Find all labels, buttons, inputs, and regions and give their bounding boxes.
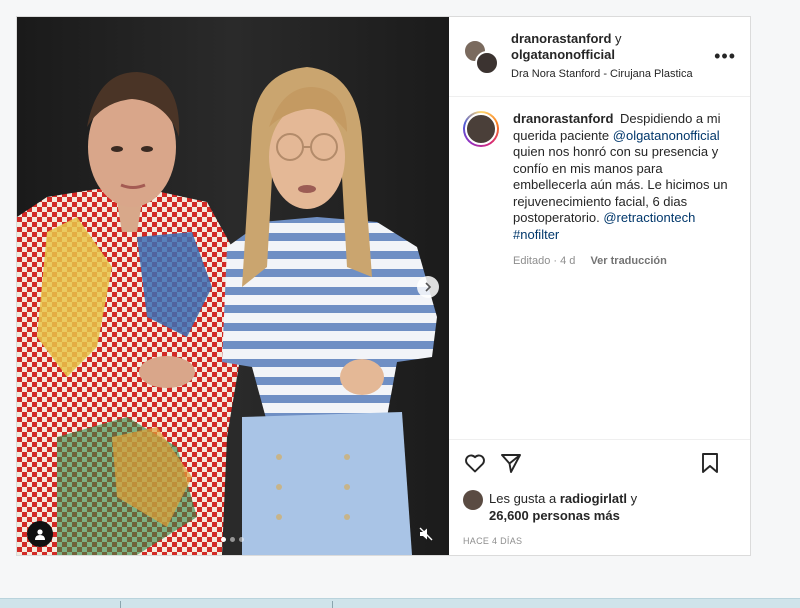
save-button[interactable]	[698, 451, 722, 475]
mute-toggle-button[interactable]	[413, 521, 439, 547]
taskbar-divider	[332, 601, 333, 608]
carousel-dot	[221, 537, 226, 542]
post-side-panel: dranorastanford y olgatanonofficial Dra …	[449, 17, 750, 555]
more-horizontal-icon: •••	[714, 46, 736, 66]
caption-hashtag-link[interactable]: #nofilter	[513, 227, 559, 242]
collab-avatars[interactable]	[463, 38, 499, 75]
video-frame	[17, 17, 449, 555]
next-slide-button[interactable]	[417, 276, 439, 298]
carousel-dot	[239, 537, 244, 542]
taskbar	[0, 598, 800, 608]
avatar	[465, 113, 497, 145]
carousel-dot	[230, 537, 235, 542]
paper-plane-icon	[501, 454, 521, 473]
collab-connector: y	[615, 31, 622, 46]
post-media-video[interactable]	[17, 17, 449, 555]
bookmark-icon	[702, 453, 718, 473]
instagram-post: dranorastanford y olgatanonofficial Dra …	[16, 16, 751, 556]
likes-summary: Les gusta a radiogirlatl y 26,600 person…	[463, 490, 736, 524]
chevron-right-icon	[425, 282, 432, 292]
heart-icon	[465, 454, 485, 473]
post-actions: Les gusta a radiogirlatl y 26,600 person…	[449, 439, 750, 555]
carousel-indicator	[221, 537, 244, 542]
liker-username-link[interactable]: radiogirlatl	[560, 491, 627, 506]
caption-mention-link[interactable]: @retractiontech	[603, 210, 695, 225]
taskbar-divider	[120, 601, 121, 608]
likes-connector: y	[630, 491, 638, 506]
post-header: dranorastanford y olgatanonofficial Dra …	[449, 17, 750, 97]
share-button[interactable]	[499, 451, 523, 475]
edited-timestamp: Editado · 4 d	[513, 255, 576, 267]
likes-count-link[interactable]: 26,600 personas más	[489, 508, 620, 523]
speaker-muted-icon	[419, 527, 433, 541]
author-subtitle: Dra Nora Stanford - Cirujana Plastica	[511, 68, 693, 80]
like-button[interactable]	[463, 451, 487, 475]
more-options-button[interactable]: •••	[714, 47, 736, 65]
see-translation-button[interactable]: Ver traducción	[590, 255, 666, 267]
likes-prefix: Les gusta a	[489, 491, 557, 506]
caption-username-link[interactable]: dranorastanford	[513, 111, 613, 126]
avatar	[475, 50, 499, 75]
tagged-users-button[interactable]	[27, 521, 53, 547]
avatar[interactable]	[463, 490, 483, 510]
caption-meta: Editado · 4 d Ver traducción	[513, 253, 733, 270]
user-tag-icon	[35, 529, 45, 540]
collaborator-username-link[interactable]: olgatanonofficial	[511, 47, 615, 62]
caption-avatar-story-ring[interactable]	[463, 111, 499, 147]
caption-mention-link[interactable]: @olgatanonofficial	[613, 128, 720, 143]
author-username-link[interactable]: dranorastanford	[511, 31, 611, 46]
post-timestamp[interactable]: HACE 4 DÍAS	[463, 536, 736, 546]
